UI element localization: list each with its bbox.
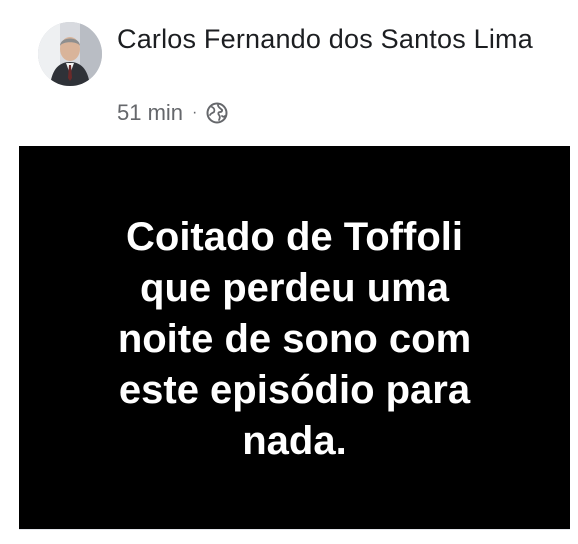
author-avatar[interactable]	[38, 22, 102, 86]
text-card: Coitado de Toffoli que perdeu uma noite …	[19, 146, 570, 529]
post-meta: 51 min ·	[117, 98, 228, 128]
meta-separator: ·	[192, 104, 198, 121]
globe-icon[interactable]	[206, 102, 228, 124]
divider	[19, 529, 570, 530]
post-header: Carlos Fernando dos Santos Lima 51 min ·	[0, 0, 578, 146]
post-timestamp[interactable]: 51 min	[117, 100, 183, 126]
facebook-post: Carlos Fernando dos Santos Lima 51 min ·…	[0, 0, 578, 544]
card-text: Coitado de Toffoli que perdeu uma noite …	[117, 215, 472, 463]
avatar-photo	[38, 22, 102, 86]
author-name[interactable]: Carlos Fernando dos Santos Lima	[117, 22, 557, 57]
